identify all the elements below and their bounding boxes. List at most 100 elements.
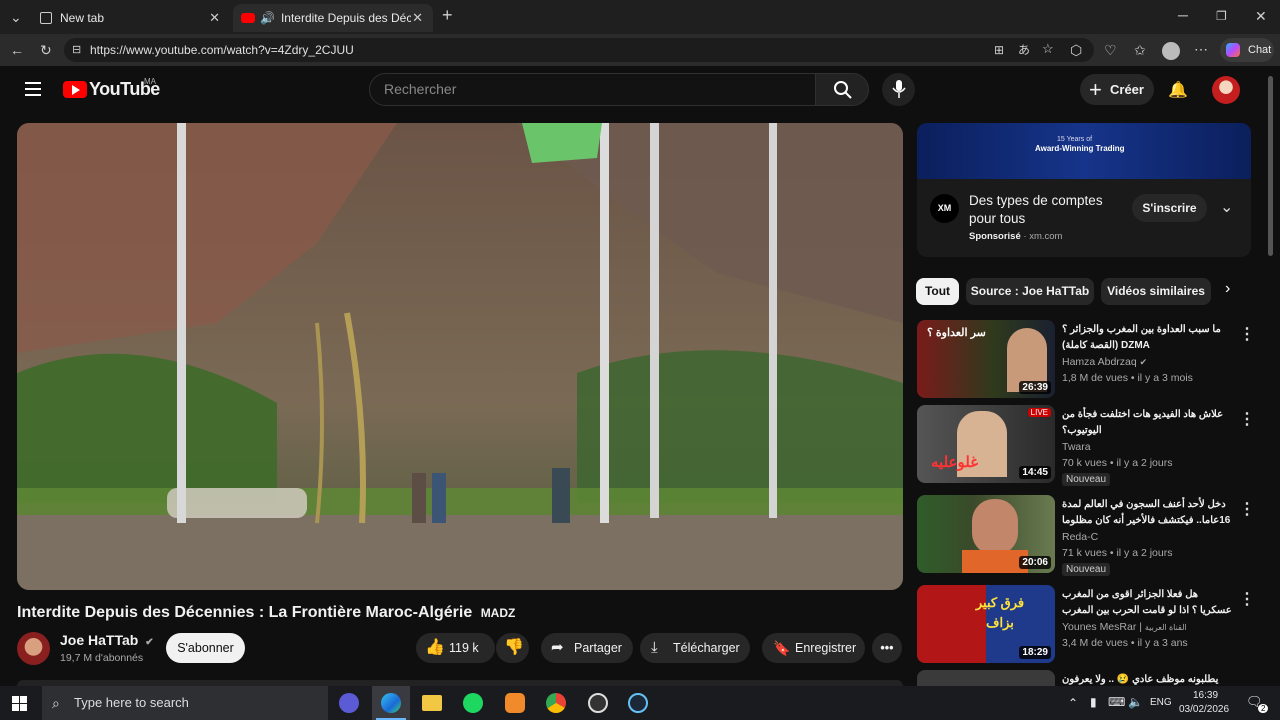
minimize-icon[interactable]: ─: [1178, 8, 1188, 22]
back-arrow-icon[interactable]: ←: [10, 43, 24, 57]
new-badge: Nouveau: [1062, 473, 1111, 486]
chrome-app-icon[interactable]: [546, 693, 566, 713]
sponsored-ad-card[interactable]: 15 Years of Award-Winning Trading XM Des…: [917, 123, 1251, 257]
advertiser-logo: XM: [930, 194, 959, 223]
language-indicator[interactable]: ENG: [1150, 697, 1172, 708]
search-button[interactable]: [815, 73, 869, 106]
file-explorer-icon[interactable]: [422, 695, 442, 711]
tab-new-tab[interactable]: New tab ✕: [30, 4, 230, 32]
save-button[interactable]: 🔖 Enregistrer: [762, 633, 865, 663]
share-button[interactable]: ➦ Partager: [541, 633, 633, 663]
recommendation-title[interactable]: ما سبب العداوة بين المغرب والجزائر ؟ DZM…: [1062, 322, 1232, 354]
steam-app-icon[interactable]: [628, 693, 648, 713]
account-avatar[interactable]: [1212, 76, 1240, 104]
voice-search-button[interactable]: [882, 73, 915, 106]
clock-time[interactable]: 16:39: [1193, 690, 1218, 701]
clock-date[interactable]: 03/02/2026: [1179, 704, 1229, 715]
video-frame: [17, 123, 903, 590]
favorite-star-icon[interactable]: ☆: [1042, 42, 1054, 56]
page-scrollbar[interactable]: [1268, 76, 1273, 256]
copilot-icon: [1226, 43, 1240, 57]
close-tab-icon[interactable]: ✕: [412, 10, 423, 26]
browser-essentials-icon[interactable]: ♡: [1104, 43, 1117, 57]
video-thumbnail[interactable]: فرق كبير بزاف 18:29: [917, 585, 1055, 663]
hamburger-menu-icon[interactable]: [25, 82, 41, 96]
chips-next-chevron-icon[interactable]: ›: [1225, 280, 1230, 298]
subscribe-button[interactable]: S'abonner: [166, 633, 245, 663]
app-available-icon[interactable]: ⊞: [994, 43, 1004, 57]
more-options-icon[interactable]: ⋯: [1194, 42, 1208, 56]
spotify-app-icon[interactable]: [463, 693, 483, 713]
copilot-chat-button[interactable]: Chat: [1220, 38, 1274, 62]
extensions-icon[interactable]: ⬡: [1070, 43, 1082, 57]
url-input[interactable]: ⊟ https://www.youtube.com/watch?v=4Zdry_…: [64, 38, 1094, 62]
edge-app-icon[interactable]: [381, 693, 401, 713]
video-thumbnail[interactable]: سر العداوة ؟ 26:39: [917, 320, 1055, 398]
site-info-icon[interactable]: ⊟: [72, 43, 81, 57]
close-window-icon[interactable]: ✕: [1255, 9, 1267, 23]
like-button[interactable]: 👍 119 k: [416, 633, 495, 663]
profile-avatar[interactable]: [1162, 42, 1180, 60]
video-thumbnail[interactable]: غلوعليه LIVE 14:45: [917, 405, 1055, 483]
create-button[interactable]: + Créer: [1080, 74, 1154, 105]
taskbar-search-input[interactable]: ⌕ Type here to search: [42, 686, 328, 720]
tray-overflow-chevron-icon[interactable]: ⌃: [1068, 696, 1078, 710]
recommendation-title[interactable]: علاش هاد الفيديو هات اختلفت فجأة من اليو…: [1062, 407, 1232, 439]
notifications-bell-icon[interactable]: 🔔: [1168, 80, 1188, 100]
new-tab-plus-icon[interactable]: +: [442, 6, 453, 24]
recommendation-channel[interactable]: Twara: [1062, 441, 1091, 453]
channel-name[interactable]: Joe HaTTab ✔: [60, 632, 154, 648]
discord-app-icon[interactable]: [339, 693, 359, 713]
recommendation-title[interactable]: هل فعلا الجزائر اقوى من المغرب عسكريا ؟ …: [1062, 587, 1232, 619]
kebab-menu-icon[interactable]: ⋮: [1239, 324, 1255, 344]
speaker-icon[interactable]: 🔊: [260, 11, 275, 25]
restore-icon[interactable]: ❐: [1216, 9, 1227, 23]
volume-icon[interactable]: 🔈: [1128, 695, 1143, 709]
recommendation-item[interactable]: غلوعليه LIVE 14:45 علاش هاد الفيديو هات …: [917, 405, 1267, 486]
kebab-menu-icon[interactable]: ⋮: [1239, 409, 1255, 429]
battery-icon[interactable]: ▮: [1090, 695, 1097, 709]
video-player[interactable]: [17, 123, 903, 590]
share-label: Partager: [574, 641, 622, 655]
github-app-icon[interactable]: [588, 693, 608, 713]
recommendation-item[interactable]: فرق كبير بزاف 18:29 هل فعلا الجزائر اقوى…: [917, 585, 1267, 665]
channel-avatar[interactable]: [17, 632, 50, 665]
recommendation-item[interactable]: يطلبونه موظف عادي 😢 .. ولا يعرفون أنه: [917, 670, 1267, 686]
recommendation-title[interactable]: دخل لأحد أعنف السجون في العالم لمدة 16عا…: [1062, 497, 1232, 529]
close-tab-icon[interactable]: ✕: [209, 10, 220, 26]
refresh-icon[interactable]: ↻: [40, 43, 52, 57]
dislike-button[interactable]: 👎: [496, 633, 529, 663]
search-input[interactable]: Rechercher: [369, 73, 816, 106]
download-button[interactable]: ⤓ Télécharger: [640, 633, 750, 663]
ad-expand-chevron-icon[interactable]: ⌄: [1220, 197, 1233, 217]
recommendation-channel[interactable]: Reda-C: [1062, 531, 1098, 543]
more-actions-button[interactable]: •••: [872, 633, 902, 663]
url-text: https://www.youtube.com/watch?v=4Zdry_2C…: [90, 43, 354, 57]
microphone-icon: [892, 80, 906, 98]
kebab-menu-icon[interactable]: ⋮: [1239, 499, 1255, 519]
favorites-icon[interactable]: ✩: [1134, 43, 1146, 57]
translate-icon[interactable]: あ: [1018, 43, 1030, 57]
tab-youtube-video[interactable]: 🔊 Interdite Depuis des Décennies ✕: [233, 4, 433, 32]
ad-banner[interactable]: 15 Years of Award-Winning Trading: [917, 123, 1251, 179]
recommendation-item[interactable]: 20:06 دخل لأحد أعنف السجون في العالم لمد…: [917, 495, 1267, 576]
chip-similar-videos[interactable]: Vidéos similaires: [1101, 278, 1211, 305]
recommendation-title[interactable]: يطلبونه موظف عادي 😢 .. ولا يعرفون أنه: [1062, 672, 1232, 686]
recommendation-item[interactable]: سر العداوة ؟ 26:39 ما سبب العداوة بين ال…: [917, 320, 1267, 400]
video-duration: 20:06: [1019, 556, 1051, 569]
chip-all[interactable]: Tout: [916, 278, 959, 305]
recommendation-channel[interactable]: Younes MesRar | القناة العربية: [1062, 621, 1187, 633]
app-launcher-icon[interactable]: [505, 693, 525, 713]
ad-cta-button[interactable]: S'inscrire: [1132, 194, 1207, 222]
tab-label: New tab: [60, 11, 105, 25]
chip-source-channel[interactable]: Source : Joe HaTTab: [966, 278, 1094, 305]
network-icon[interactable]: ⌨: [1108, 695, 1125, 709]
kebab-menu-icon[interactable]: ⋮: [1239, 589, 1255, 609]
video-thumbnail[interactable]: [917, 670, 1055, 686]
youtube-logo-icon[interactable]: [63, 81, 87, 98]
tab-actions-chevron-icon[interactable]: ⌄: [10, 10, 22, 24]
windows-start-icon[interactable]: [12, 696, 27, 711]
recommendation-channel[interactable]: Hamza Abdrzaq ✔: [1062, 356, 1147, 368]
create-label: Créer: [1110, 82, 1144, 97]
video-thumbnail[interactable]: 20:06: [917, 495, 1055, 573]
